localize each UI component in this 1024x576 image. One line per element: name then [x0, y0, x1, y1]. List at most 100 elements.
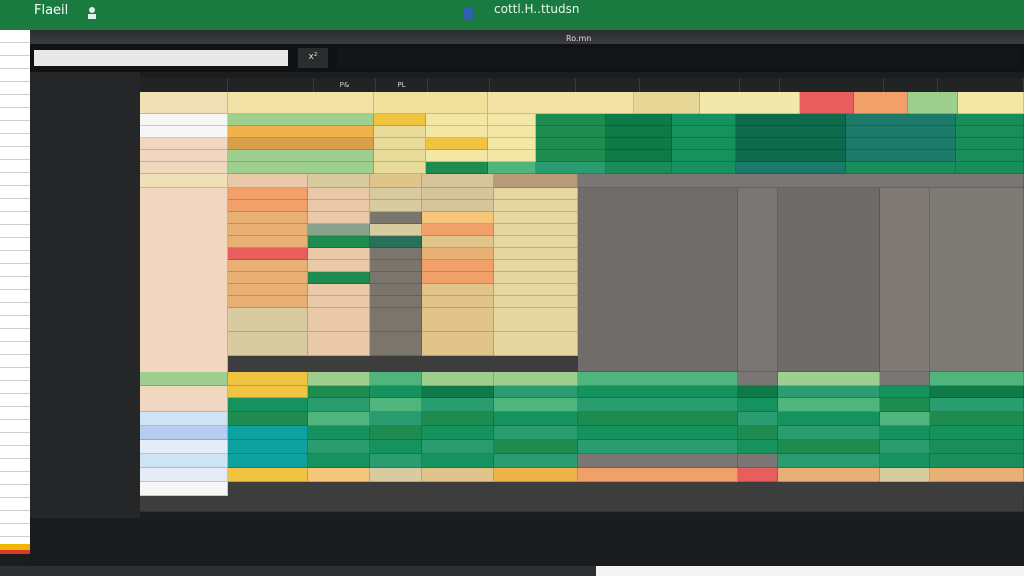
grid-cell[interactable] [736, 150, 846, 162]
column-header[interactable] [576, 78, 640, 92]
grid-cell[interactable] [374, 138, 426, 150]
column-header[interactable] [490, 78, 576, 92]
grid-cell[interactable] [370, 272, 422, 284]
grid-cell[interactable] [308, 372, 370, 386]
grid-cell[interactable] [140, 126, 228, 138]
grid-cell[interactable] [672, 138, 736, 150]
grid-cell[interactable] [778, 398, 880, 412]
grid-cell[interactable] [422, 386, 494, 398]
grid-cell[interactable] [140, 454, 228, 468]
grid-cell[interactable] [422, 272, 494, 284]
grid-cell[interactable] [738, 412, 778, 426]
grid-cell[interactable] [494, 200, 578, 212]
grid-cell[interactable] [494, 236, 578, 248]
grid-cell[interactable] [536, 114, 606, 126]
grid-cell[interactable] [308, 398, 370, 412]
grid-cell[interactable] [778, 440, 880, 454]
grid-cell[interactable] [228, 412, 308, 426]
grid-cell[interactable] [308, 284, 370, 296]
grid-cell[interactable] [854, 92, 908, 114]
grid-cell[interactable] [846, 114, 956, 126]
grid-cell[interactable] [374, 92, 488, 114]
grid-cell[interactable] [422, 454, 494, 468]
grid-cell[interactable] [422, 200, 494, 212]
grid-cell[interactable] [738, 372, 778, 386]
grid-cell[interactable] [738, 398, 778, 412]
grid-cell[interactable] [880, 426, 930, 440]
grid-cell[interactable] [606, 114, 672, 126]
spreadsheet-grid[interactable] [140, 92, 1024, 512]
grid-cell[interactable] [494, 454, 578, 468]
grid-cell[interactable] [930, 188, 1024, 372]
grid-cell[interactable] [800, 92, 854, 114]
column-header[interactable] [140, 78, 228, 92]
grid-cell[interactable] [488, 138, 536, 150]
grid-cell[interactable] [370, 200, 422, 212]
grid-cell[interactable] [370, 386, 422, 398]
grid-cell[interactable] [846, 138, 956, 150]
grid-cell[interactable] [370, 296, 422, 308]
grid-cell[interactable] [374, 150, 426, 162]
grid-cell[interactable] [494, 212, 578, 224]
grid-cell[interactable] [308, 200, 370, 212]
grid-cell[interactable] [908, 92, 958, 114]
grid-cell[interactable] [228, 332, 308, 356]
grid-cell[interactable] [370, 372, 422, 386]
grid-cell[interactable] [370, 174, 422, 188]
grid-cell[interactable] [700, 92, 800, 114]
grid-cell[interactable] [140, 138, 228, 150]
grid-cell[interactable] [494, 440, 578, 454]
grid-cell[interactable] [930, 372, 1024, 386]
grid-cell[interactable] [672, 162, 736, 174]
grid-cell[interactable] [606, 138, 672, 150]
grid-cell[interactable] [736, 162, 846, 174]
column-header[interactable] [884, 78, 938, 92]
grid-cell[interactable] [494, 296, 578, 308]
grid-cell[interactable] [578, 426, 738, 440]
grid-cell[interactable] [494, 468, 578, 482]
grid-cell[interactable] [494, 386, 578, 398]
grid-cell[interactable] [228, 440, 308, 454]
grid-cell[interactable] [494, 260, 578, 272]
grid-cell[interactable] [930, 468, 1024, 482]
grid-cell[interactable] [956, 150, 1024, 162]
column-header[interactable] [938, 78, 1024, 92]
grid-cell[interactable] [374, 162, 426, 174]
grid-cell[interactable] [880, 468, 930, 482]
person-icon[interactable] [86, 6, 98, 20]
grid-cell[interactable] [494, 224, 578, 236]
grid-cell[interactable] [578, 372, 738, 386]
grid-cell[interactable] [930, 412, 1024, 426]
grid-cell[interactable] [308, 440, 370, 454]
grid-cell[interactable] [228, 162, 374, 174]
grid-cell[interactable] [140, 150, 228, 162]
grid-cell[interactable] [422, 212, 494, 224]
grid-cell[interactable] [846, 162, 956, 174]
grid-cell[interactable] [370, 260, 422, 272]
grid-cell[interactable] [494, 188, 578, 200]
grid-cell[interactable] [308, 174, 370, 188]
grid-cell[interactable] [228, 188, 308, 200]
grid-cell[interactable] [778, 188, 880, 372]
grid-cell[interactable] [308, 332, 370, 356]
column-header[interactable] [740, 78, 780, 92]
grid-cell[interactable] [228, 224, 308, 236]
grid-cell[interactable] [494, 412, 578, 426]
grid-cell[interactable] [370, 412, 422, 426]
grid-cell[interactable] [956, 162, 1024, 174]
grid-cell[interactable] [422, 174, 494, 188]
grid-cell[interactable] [494, 272, 578, 284]
grid-cell[interactable] [672, 114, 736, 126]
grid-cell[interactable] [140, 468, 228, 482]
grid-cell[interactable] [536, 150, 606, 162]
grid-cell[interactable] [308, 426, 370, 440]
grid-cell[interactable] [370, 426, 422, 440]
grid-cell[interactable] [778, 372, 880, 386]
grid-cell[interactable] [736, 138, 846, 150]
grid-cell[interactable] [426, 150, 488, 162]
grid-cell[interactable] [228, 150, 374, 162]
grid-cell[interactable] [956, 126, 1024, 138]
grid-cell[interactable] [140, 412, 228, 426]
grid-cell[interactable] [228, 126, 374, 138]
grid-cell[interactable] [228, 308, 308, 332]
